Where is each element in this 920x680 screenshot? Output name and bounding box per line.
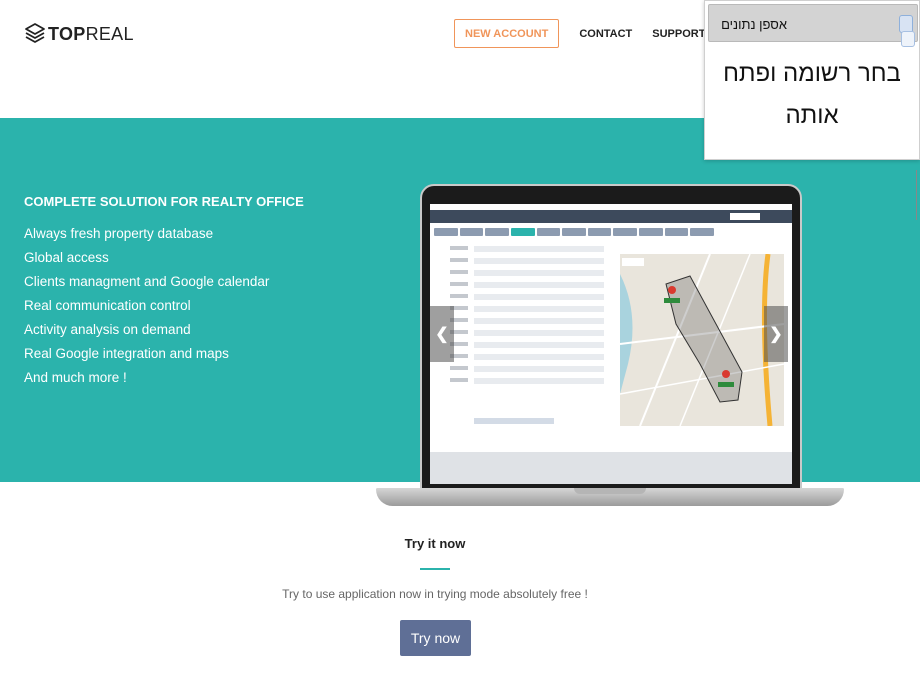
app-tab-strip [434, 228, 715, 236]
feature-item: Clients managment and Google calendar [24, 274, 270, 289]
data-collector-popup: אספן נתונים בחר רשומה ופתח אותה [704, 0, 920, 160]
nav-support[interactable]: SUPPORT [652, 28, 705, 40]
popup-header[interactable]: אספן נתונים [708, 4, 918, 42]
app-language-select [730, 213, 760, 220]
new-account-button[interactable]: NEW ACCOUNT [454, 19, 560, 48]
try-now-button[interactable]: Try now [400, 620, 471, 656]
app-search-form [430, 240, 620, 440]
logo-text: TOPREAL [48, 23, 134, 44]
app-screenshot [430, 204, 792, 484]
nav-contact[interactable]: CONTACT [579, 28, 632, 40]
feature-item: Activity analysis on demand [24, 322, 191, 337]
popup-header-title: אספן נתונים [721, 17, 787, 32]
feature-item: Global access [24, 250, 109, 265]
feature-item: Real Google integration and maps [24, 346, 229, 361]
popup-secondary-toggle-icon[interactable] [901, 31, 915, 47]
laptop-lid [420, 184, 802, 490]
hero-title: COMPLETE SOLUTION FOR REALTY OFFICE [24, 194, 304, 209]
layers-logo-icon [25, 23, 45, 43]
try-section-title: Try it now [404, 536, 466, 551]
try-section-description: Try to use application now in trying mod… [282, 587, 588, 601]
carousel-prev-button[interactable]: ❮ [430, 306, 454, 362]
scrollbar-edge[interactable] [916, 170, 920, 220]
feature-item: And much more ! [24, 370, 127, 385]
page: TOPREAL NEW ACCOUNT CONTACT SUPPORT S CO… [0, 0, 920, 680]
laptop-notch [574, 488, 646, 494]
popup-message: בחר רשומה ופתח אותה [723, 60, 901, 129]
feature-item: Real communication control [24, 298, 191, 313]
feature-list: Always fresh property database Global ac… [24, 222, 269, 390]
section-divider [420, 568, 450, 570]
app-map [620, 254, 784, 426]
main-nav: NEW ACCOUNT CONTACT SUPPORT S [454, 19, 733, 48]
carousel-next-button[interactable]: ❯ [764, 306, 788, 362]
app-bottom-area [430, 452, 792, 484]
app-topbar [430, 210, 792, 223]
feature-item: Always fresh property database [24, 226, 214, 241]
logo[interactable]: TOPREAL [24, 22, 134, 46]
